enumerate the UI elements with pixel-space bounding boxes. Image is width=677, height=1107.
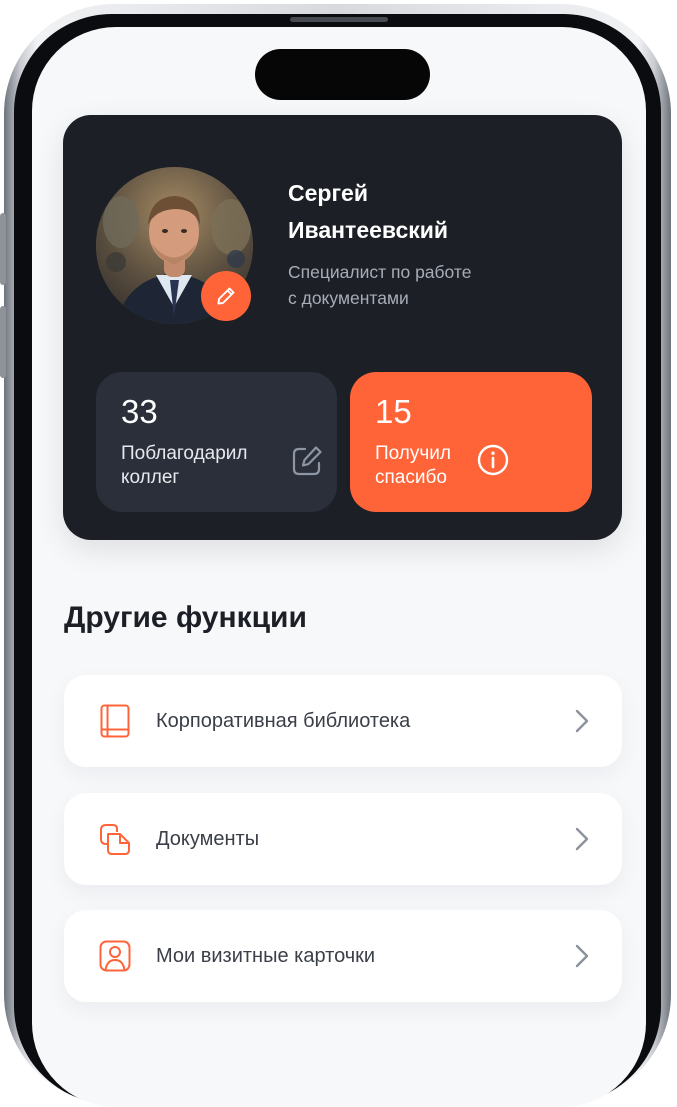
chevron-right-icon [575,944,589,968]
pencil-icon [217,287,235,305]
profile-card: Сергей Ивантеевский Специалист по работе… [63,115,622,540]
speaker-slit [290,17,388,22]
stat-received-thanks[interactable]: 15 Получил спасибо [350,372,592,512]
info-icon[interactable] [475,442,511,478]
edit-avatar-button[interactable] [201,271,251,321]
menu-item-label: Корпоративная библиотека [156,710,411,732]
stat-value: 33 [121,393,158,430]
chevron-right-icon [575,709,589,733]
volume-up-button [0,213,6,285]
user-name-first: Сергей [288,180,368,206]
stat-value: 15 [375,393,412,430]
stat-label-line-2: спасибо [375,467,447,488]
menu-item-business-cards[interactable]: Мои визитные карточки [64,910,622,1002]
dynamic-island [255,49,430,100]
chevron-right-icon [575,827,589,851]
book-icon [100,704,130,738]
volume-down-button [0,306,6,378]
stat-thanked-colleagues[interactable]: 33 Поблагодарил коллег [96,372,337,512]
contact-card-icon [99,940,131,972]
menu-item-label: Документы [156,828,260,850]
user-name: Сергей Ивантеевский [288,175,608,249]
stat-label: Поблагодарил коллег [121,442,281,490]
menu-item-corporate-library[interactable]: Корпоративная библиотека [64,675,622,767]
stat-label-line-1: Поблагодарил [121,443,248,464]
phone-mockup: Сергей Ивантеевский Специалист по работе… [0,0,677,1107]
menu-item-documents[interactable]: Документы [64,793,622,885]
stat-label-line-1: Получил [375,443,451,464]
app-screen: Сергей Ивантеевский Специалист по работе… [32,27,646,1107]
user-role-line-2: с документами [288,288,409,308]
menu-item-label: Мои визитные карточки [156,945,376,967]
stat-label: Получил спасибо [375,442,535,490]
stat-label-line-2: коллег [121,467,180,488]
user-role: Специалист по работе с документами [288,259,528,311]
user-name-last: Ивантеевский [288,217,449,243]
user-role-line-1: Специалист по работе [288,262,472,282]
documents-icon [100,824,130,855]
section-title: Другие функции [64,601,307,634]
edit-square-icon[interactable] [289,443,325,479]
